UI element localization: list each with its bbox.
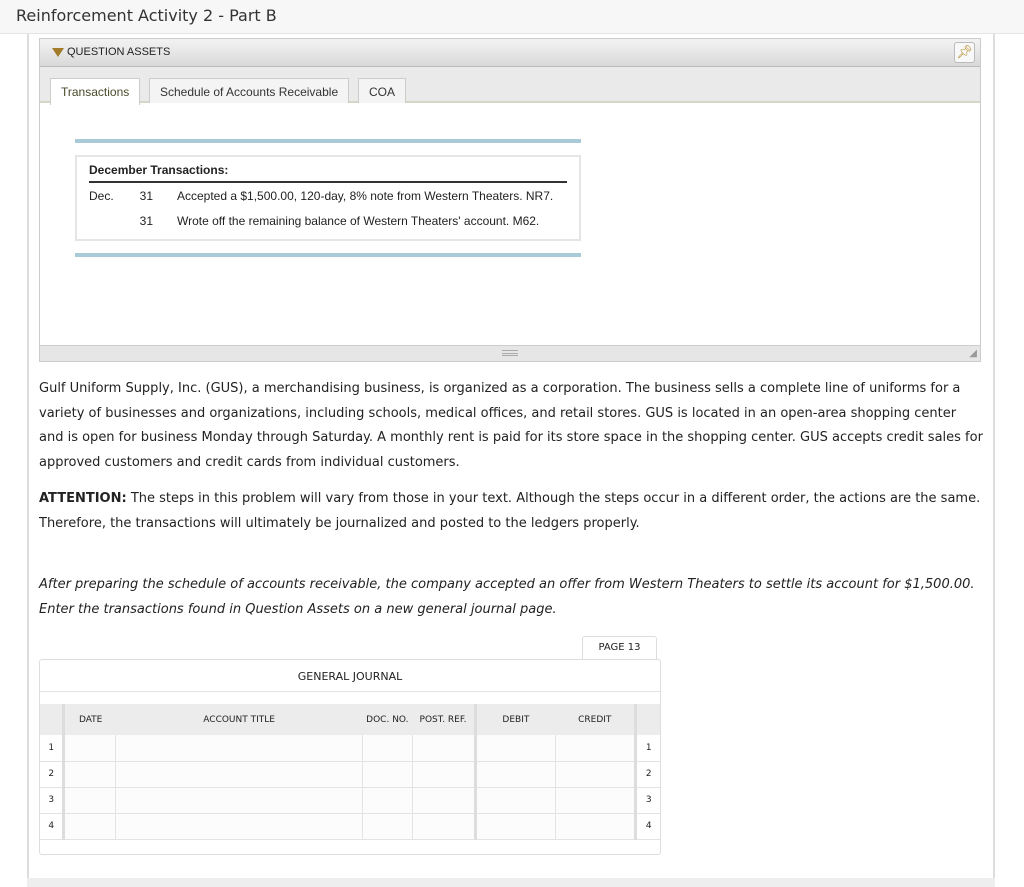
attention-label: ATTENTION:: [39, 491, 127, 506]
journal-table: DATE ACCOUNT TITLE DOC. NO. POST. REF. D…: [40, 704, 660, 840]
date-cell[interactable]: [64, 787, 116, 813]
journal-row: 33: [40, 787, 660, 813]
credit-cell[interactable]: [555, 813, 636, 839]
doc-no-cell[interactable]: [362, 735, 412, 761]
account-title-cell[interactable]: [116, 735, 363, 761]
post-ref-cell[interactable]: [412, 761, 475, 787]
credit-cell[interactable]: [555, 761, 636, 787]
intro-paragraph: Gulf Uniform Supply, Inc. (GUS), a merch…: [39, 377, 984, 475]
row-number: 1: [636, 735, 660, 761]
row-number: 4: [636, 813, 660, 839]
transactions-table: December Transactions: Dec.31 Accepted a …: [75, 139, 581, 257]
month: Dec.: [89, 189, 127, 203]
header-row: DATE ACCOUNT TITLE DOC. NO. POST. REF. D…: [40, 704, 660, 735]
transaction-row: 31 Wrote off the remaining balance of Wes…: [89, 208, 567, 233]
question-assets-label: QUESTION ASSETS: [67, 46, 170, 58]
page-number: PAGE 13: [582, 636, 657, 660]
pin-icon[interactable]: 📌︎: [954, 42, 975, 63]
row-number-header: [40, 704, 64, 735]
credit-cell[interactable]: [555, 787, 636, 813]
row-number: 4: [40, 813, 64, 839]
tab-coa[interactable]: COA: [358, 78, 406, 103]
account-title-cell[interactable]: [116, 787, 363, 813]
collapse-triangle-icon[interactable]: [52, 48, 64, 57]
description: Accepted a $1,500.00, 120-day, 8% note f…: [177, 189, 553, 203]
tab-bar: Transactions Schedule of Accounts Receiv…: [40, 67, 980, 103]
journal-title: GENERAL JOURNAL: [40, 660, 660, 692]
column-header-account-title: ACCOUNT TITLE: [116, 704, 363, 735]
day: 31: [127, 214, 153, 228]
date-cell[interactable]: [64, 813, 116, 839]
credit-cell[interactable]: [555, 735, 636, 761]
question-assets-panel: QUESTION ASSETS 📌︎ Transactions Schedule…: [39, 38, 981, 362]
doc-no-cell[interactable]: [362, 813, 412, 839]
column-header-credit: CREDIT: [555, 704, 636, 735]
instruction-text: After preparing the schedule of accounts…: [39, 577, 975, 617]
post-ref-cell[interactable]: [412, 813, 475, 839]
column-header-date: DATE: [64, 704, 116, 735]
column-header-debit: DEBIT: [475, 704, 555, 735]
title-bar: Reinforcement Activity 2 - Part B: [0, 0, 1024, 34]
row-number: 3: [40, 787, 64, 813]
journal-row: 11: [40, 735, 660, 761]
post-ref-cell[interactable]: [412, 735, 475, 761]
description: Wrote off the remaining balance of Weste…: [177, 214, 539, 228]
resize-handle[interactable]: ◢: [40, 345, 980, 361]
account-title-cell[interactable]: [116, 761, 363, 787]
debit-cell[interactable]: [475, 813, 555, 839]
divider: [75, 253, 581, 257]
post-ref-cell[interactable]: [412, 787, 475, 813]
divider: [75, 139, 581, 143]
attention-paragraph: ATTENTION: The steps in this problem wil…: [39, 487, 984, 536]
row-number: 2: [636, 761, 660, 787]
question-assets-header[interactable]: QUESTION ASSETS 📌︎: [40, 39, 980, 67]
instruction-paragraph: After preparing the schedule of accounts…: [39, 573, 979, 622]
attention-text: The steps in this problem will vary from…: [39, 491, 980, 531]
debit-cell[interactable]: [475, 735, 555, 761]
debit-cell[interactable]: [475, 761, 555, 787]
page-title: Reinforcement Activity 2 - Part B: [16, 6, 277, 25]
debit-cell[interactable]: [475, 787, 555, 813]
transaction-row: Dec.31 Accepted a $1,500.00, 120-day, 8% …: [89, 183, 567, 208]
row-number: 1: [40, 735, 64, 761]
grip-icon[interactable]: [502, 350, 518, 356]
bottom-strip: [27, 878, 995, 887]
column-header-doc-no: DOC. NO.: [362, 704, 412, 735]
column-header-post-ref: POST. REF.: [412, 704, 475, 735]
tab-schedule-of-accounts-receivable[interactable]: Schedule of Accounts Receivable: [149, 78, 349, 103]
resize-corner-icon[interactable]: ◢: [969, 348, 977, 359]
account-title-cell[interactable]: [116, 813, 363, 839]
general-journal: GENERAL JOURNAL DATE ACCOUNT TITLE DOC. …: [39, 659, 661, 855]
date-cell[interactable]: [64, 761, 116, 787]
journal-row: 44: [40, 813, 660, 839]
date-cell[interactable]: [64, 735, 116, 761]
day: 31: [127, 189, 153, 203]
row-number: 3: [636, 787, 660, 813]
row-number-header: [636, 704, 660, 735]
doc-no-cell[interactable]: [362, 787, 412, 813]
doc-no-cell[interactable]: [362, 761, 412, 787]
journal-row: 22: [40, 761, 660, 787]
transactions-heading: December Transactions:: [89, 161, 567, 183]
row-number: 2: [40, 761, 64, 787]
tab-transactions[interactable]: Transactions: [50, 78, 140, 105]
